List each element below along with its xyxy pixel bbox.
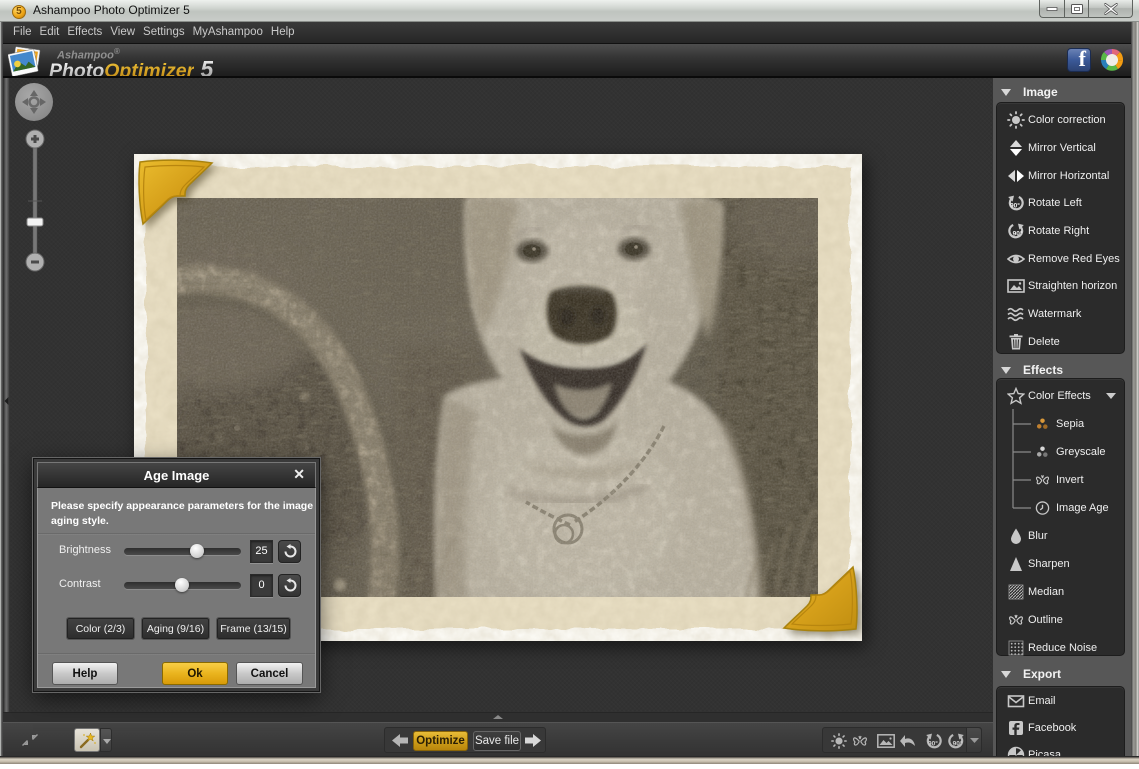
svg-text:90°: 90°	[1010, 202, 1020, 210]
svg-text:90°: 90°	[928, 740, 938, 748]
svg-text:90°: 90°	[953, 740, 963, 748]
svg-text:90°: 90°	[1013, 230, 1023, 238]
